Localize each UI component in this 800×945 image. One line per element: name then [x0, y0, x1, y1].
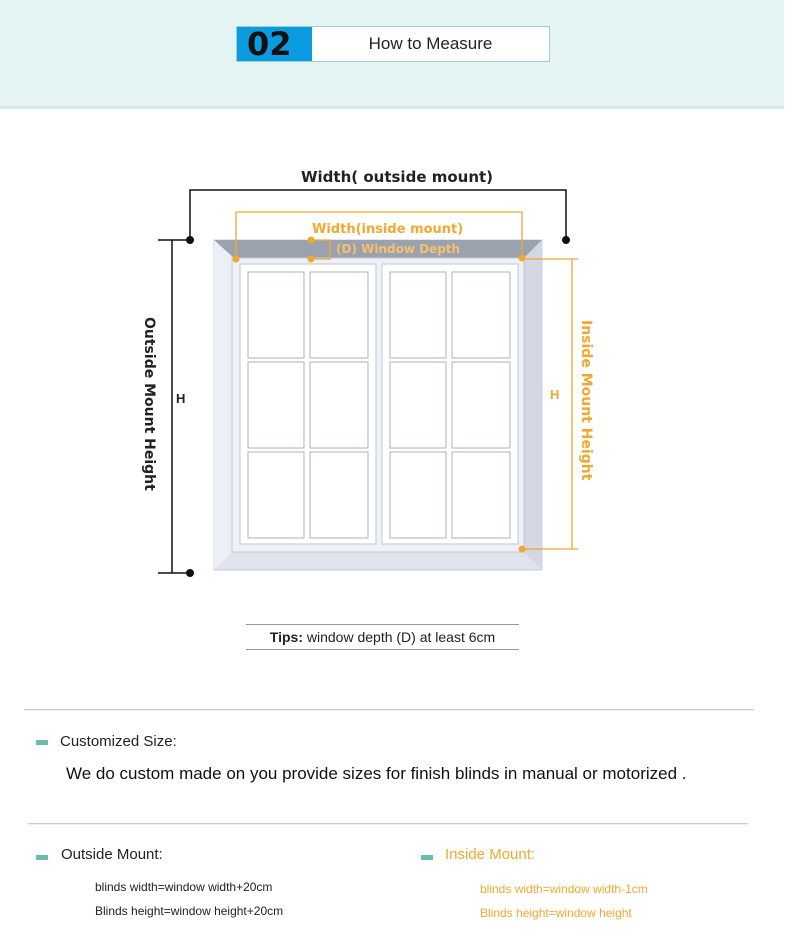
outside-height-label: Outside Mount Height [141, 317, 157, 491]
outside-line: Blinds height=window height+20cm [95, 904, 284, 918]
outside-mount-heading: Outside Mount: [61, 846, 163, 863]
h-left-label: H [176, 391, 186, 406]
customized-heading: Customized Size: [60, 733, 177, 750]
tips: Tips: window depth (D) at least 6cm [246, 624, 519, 650]
tips-label: Tips: [269, 629, 303, 645]
divider [28, 823, 748, 825]
width-outside-label: Width( outside mount) [301, 168, 494, 186]
depth-label: (D) Window Depth [336, 242, 461, 256]
inside-line: blinds width=window width-1cm [480, 882, 648, 896]
customized-text: We do custom made on you provide sizes f… [66, 764, 687, 783]
divider [24, 709, 754, 711]
tips-text: window depth (D) at least 6cm [303, 629, 496, 645]
bullet-icon [421, 855, 433, 860]
inside-height-label: Inside Mount Height [578, 320, 594, 481]
window-frame [213, 239, 543, 571]
bullet-icon [36, 740, 48, 745]
inside-line: Blinds height=window height [480, 906, 632, 920]
h-right-label: H [550, 387, 560, 402]
bullet-icon [36, 855, 48, 860]
outside-line: blinds width=window width+20cm [95, 880, 273, 894]
width-inside-label: Width(inside mount) [312, 222, 464, 237]
inside-mount-heading: Inside Mount: [445, 846, 536, 863]
window-diagram [158, 189, 578, 577]
